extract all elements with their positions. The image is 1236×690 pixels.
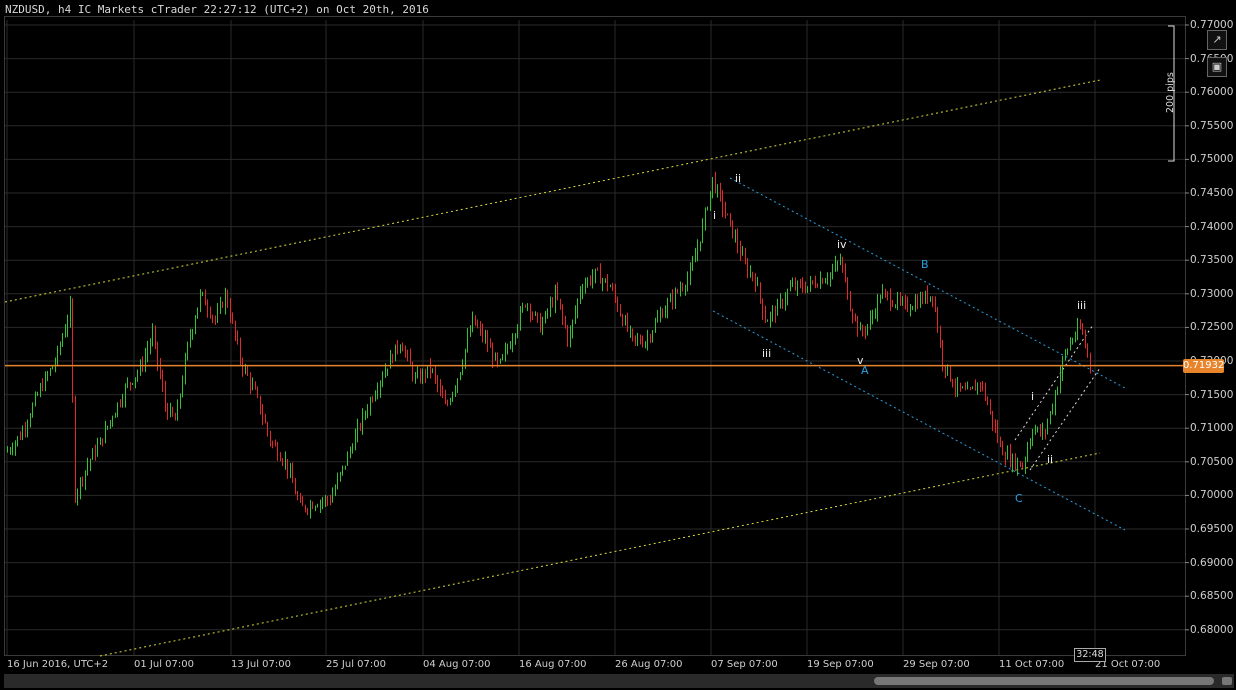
x-tick-label: 19 Sep 07:00	[807, 659, 874, 670]
x-tick-label: 11 Oct 07:00	[999, 659, 1065, 670]
pips-ruler-label: 200 pips	[1165, 72, 1176, 113]
y-tick-label: 0.76000	[1190, 86, 1234, 99]
wave-label: ii	[735, 172, 742, 185]
x-tick-label: 07 Sep 07:00	[711, 659, 778, 670]
chart-window: NZDUSD, h4 IC Markets cTrader 22:27:12 (…	[0, 0, 1236, 690]
impulse-channel-lower-line	[1029, 367, 1101, 471]
y-tick-label: 0.70500	[1190, 455, 1234, 468]
wave-label: iii	[762, 347, 772, 360]
y-tick-label: 0.71000	[1190, 422, 1234, 435]
x-tick-label: 26 Aug 07:00	[615, 659, 683, 670]
wave-label: A	[861, 364, 869, 377]
y-tick-label: 0.70000	[1190, 489, 1234, 502]
horizontal-scrollbar[interactable]	[4, 674, 1234, 688]
bar-timer-badge: 32:48	[1074, 648, 1106, 662]
x-tick-label: 16 Jun 2016, UTC+2	[7, 659, 109, 670]
y-tick-label: 0.73500	[1190, 254, 1234, 267]
x-tick-label: 16 Aug 07:00	[519, 659, 587, 670]
y-tick-label: 0.74000	[1190, 220, 1234, 233]
blue-channel-lower-line	[712, 310, 1126, 531]
price-chart[interactable]	[0, 0, 1236, 690]
wave-label: iv	[837, 238, 847, 251]
upper-trend-channel-line	[4, 79, 1101, 303]
y-tick-label: 0.74500	[1190, 187, 1234, 199]
x-tick-label: 29 Sep 07:00	[903, 659, 970, 670]
y-tick-label: 0.75500	[1190, 119, 1234, 132]
y-tick-label: 0.69000	[1190, 556, 1234, 569]
y-tick-label: 0.75000	[1190, 153, 1234, 166]
wave-label: C	[1015, 492, 1023, 505]
camera-icon[interactable]: ▣	[1207, 57, 1227, 77]
scrollbar-end-button[interactable]	[1222, 677, 1232, 685]
current-price-badge: 0.71932	[1183, 359, 1225, 373]
lower-trend-channel-line	[99, 452, 1101, 657]
wave-label: i	[1031, 390, 1035, 403]
x-tick-label: 01 Jul 07:00	[134, 659, 194, 670]
scrollbar-thumb[interactable]	[874, 677, 1214, 685]
x-tick-label: 25 Jul 07:00	[326, 659, 386, 670]
y-tick-label: 0.68000	[1190, 623, 1234, 636]
x-tick-label: 13 Jul 07:00	[231, 659, 291, 670]
wave-label: iii	[1077, 299, 1087, 312]
x-tick-label: 04 Aug 07:00	[423, 659, 491, 670]
y-tick-label: 0.68500	[1190, 590, 1234, 603]
y-tick-label: 0.69500	[1190, 523, 1234, 535]
wave-label: i	[713, 209, 717, 222]
impulse-channel-upper-line	[1014, 324, 1094, 441]
wave-label: ii	[1047, 453, 1054, 466]
y-tick-label: 0.71500	[1190, 388, 1234, 401]
y-tick-label: 0.72500	[1190, 321, 1234, 334]
popout-icon[interactable]: ↗	[1207, 30, 1227, 50]
wave-label: B	[921, 258, 929, 271]
y-tick-label: 0.73000	[1190, 287, 1234, 300]
